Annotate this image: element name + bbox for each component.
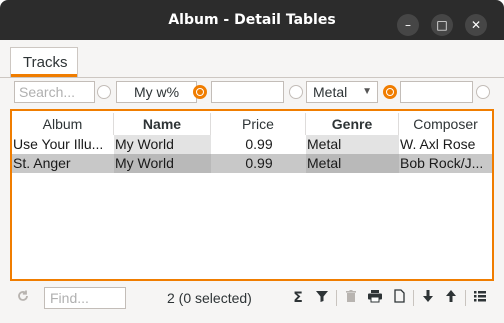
column-header-genre[interactable]: Genre [306,113,399,135]
cell-name: My World [114,154,211,173]
find-input[interactable]: Find... [44,287,126,309]
chevron-down-icon: ▼ [362,86,372,97]
tab-tracks[interactable]: Tracks [10,47,78,77]
column-header-composer[interactable]: Composer [399,113,492,135]
tab-bar: Tracks [0,43,504,78]
divider [465,290,466,306]
name-filter-value: My w% [133,84,180,100]
name-filter-radio[interactable] [193,85,207,99]
cell-album: St. Anger [12,154,114,173]
cell-composer: W. Axl Rose [400,136,476,152]
filter-icon[interactable] [313,289,331,307]
column-header-name[interactable]: Name [114,113,211,135]
filter-row: Search... My w% Metal ▼ [10,80,494,106]
genre-filter-radio[interactable] [383,85,397,99]
cell-name: My World [114,135,211,154]
column-header-price[interactable]: Price [211,113,306,135]
search-placeholder: Search... [19,84,76,100]
minimize-button[interactable]: – [397,14,419,36]
record-count: 2 (0 selected) [167,290,252,306]
window-title: Album - Detail Tables [168,12,336,28]
active-tab-indicator [11,74,77,77]
cell-composer: Bob Rock/J... [399,154,492,173]
print-icon[interactable] [366,289,384,307]
close-button[interactable]: ✕ [465,14,487,36]
cell-price: 0.99 [245,136,273,152]
cell-genre: Metal [306,154,399,173]
maximize-button[interactable]: □ [431,14,453,36]
close-icon: ✕ [470,18,482,32]
arrow-up-icon[interactable] [442,289,460,307]
status-bar: Find... 2 (0 selected) Σ [0,284,504,312]
refresh-icon[interactable] [14,289,32,307]
divider [336,290,337,306]
cell-genre: Metal [306,135,399,154]
title-bar[interactable]: Album - Detail Tables – □ ✕ [0,0,504,40]
album-filter-radio[interactable] [97,85,111,99]
column-header-album[interactable]: Album [12,113,114,135]
arrow-down-icon[interactable] [419,289,437,307]
sum-icon[interactable]: Σ [289,289,307,307]
find-placeholder: Find... [50,290,89,306]
search-input[interactable]: Search... [14,81,95,103]
cell-album: Use Your Illu... [13,136,104,152]
app-window: Album - Detail Tables – □ ✕ Tracks Searc… [0,0,504,323]
composer-filter-radio[interactable] [476,85,490,99]
cell-price: 0.99 [211,154,306,173]
tracks-table[interactable]: Album Name Price Genre Composer Use Your… [10,109,494,281]
maximize-icon: □ [436,18,448,32]
copy-icon[interactable] [390,289,408,307]
price-filter-radio[interactable] [289,85,303,99]
list-icon[interactable] [471,289,489,307]
delete-icon[interactable] [342,289,360,307]
price-filter-input[interactable] [211,81,284,103]
composer-filter-input[interactable] [400,81,473,103]
name-filter-input[interactable]: My w% [116,81,197,103]
minimize-icon: – [405,18,411,32]
genre-filter-select[interactable]: Metal ▼ [306,81,378,103]
genre-filter-value: Metal [313,84,348,100]
divider [413,290,414,306]
tab-tracks-label: Tracks [23,54,68,71]
